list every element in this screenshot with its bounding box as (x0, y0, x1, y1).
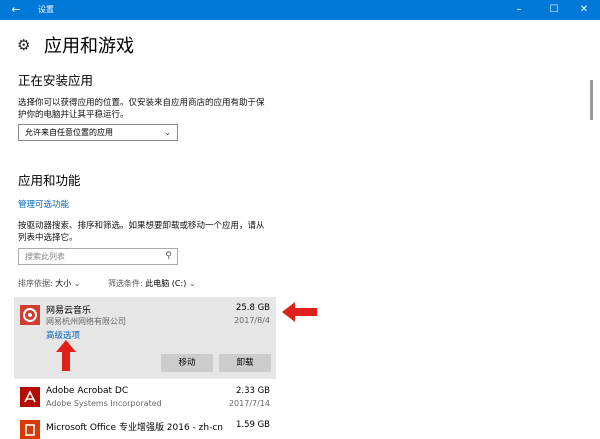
back-arrow-icon[interactable]: ← (0, 0, 32, 20)
settings-page: ⚙ 应用和游戏 正在安装应用 选择你可以获得应用的位置。仅安装来自应用商店的应用… (0, 20, 600, 439)
scrollbar-thumb[interactable] (590, 80, 593, 120)
app-date: 2017/8/4 (234, 316, 270, 325)
apps-desc-line-1: 按驱动器搜索、排序和筛选。如果想要卸载或移动一个应用，请从 (18, 221, 265, 231)
app-size: 1.59 GB (235, 420, 270, 430)
uninstall-button[interactable]: 卸载 (219, 354, 271, 372)
chevron-down-icon: ⌄ (188, 279, 196, 288)
page-title: 应用和游戏 (44, 36, 134, 57)
app-name[interactable]: Microsoft Office 专业增强版 2016 - zh-cn (46, 420, 223, 433)
app-size: 25.8 GB (235, 303, 270, 313)
search-placeholder: 搜索此列表 (25, 252, 65, 261)
move-button[interactable]: 移动 (161, 354, 213, 372)
sort-value: 大小 (55, 279, 72, 288)
dropdown-value: 允许来自任意位置的应用 (25, 128, 113, 137)
app-name[interactable]: Adobe Acrobat DC (46, 386, 128, 396)
filter-label: 筛选条件: (108, 279, 143, 288)
close-icon[interactable]: ✕ (570, 0, 598, 20)
app-publisher: 网易杭州网络有限公司 (46, 317, 126, 326)
adobe-acrobat-icon (20, 387, 40, 407)
window-title: 设置 (38, 5, 54, 14)
netease-music-icon (20, 305, 40, 325)
minimize-icon[interactable]: – (505, 0, 533, 20)
app-publisher: Adobe Systems Incorporated (46, 399, 162, 408)
search-input[interactable]: 搜索此列表 ⚲ (18, 248, 178, 265)
sort-dropdown[interactable]: 排序依据: 大小 ⌄ (18, 278, 81, 289)
manage-optional-features-link[interactable]: 管理可选功能 (18, 198, 69, 210)
gear-icon: ⚙ (17, 36, 31, 54)
maximize-icon[interactable]: ☐ (540, 0, 568, 20)
search-icon: ⚲ (165, 251, 172, 261)
annotation-arrow-left-icon (282, 302, 317, 322)
install-description: 选择你可以获得应用的位置。仅安装来自应用商店的应用有助于保 护你的电脑并让其平稳… (18, 97, 288, 121)
app-size: 2.33 GB (235, 386, 270, 396)
title-bar: ← 设置 – ☐ ✕ (0, 0, 600, 20)
office-icon (20, 420, 40, 439)
apps-section-heading: 应用和功能 (18, 173, 81, 188)
install-desc-line-1: 选择你可以获得应用的位置。仅安装来自应用商店的应用有助于保 (18, 98, 265, 108)
chevron-down-icon: ⌄ (73, 279, 81, 288)
chevron-down-icon: ⌄ (164, 128, 171, 137)
annotation-arrow-up-icon (56, 340, 76, 371)
app-date: 2017/7/14 (228, 399, 270, 408)
install-desc-line-2: 护你的电脑并让其平稳运行。 (18, 110, 129, 120)
apps-desc-line-2: 列表中选择它。 (18, 233, 78, 243)
filter-value: 此电脑 (C:) (145, 279, 187, 288)
apps-description: 按驱动器搜索、排序和筛选。如果想要卸载或移动一个应用，请从 列表中选择它。 (18, 220, 288, 244)
app-name: 网易云音乐 (46, 306, 92, 316)
filter-dropdown[interactable]: 筛选条件: 此电脑 (C:) ⌄ (108, 278, 196, 289)
install-source-dropdown[interactable]: 允许来自任意位置的应用 ⌄ (18, 124, 178, 141)
install-section-heading: 正在安装应用 (18, 73, 94, 88)
sort-label: 排序依据: (18, 279, 53, 288)
